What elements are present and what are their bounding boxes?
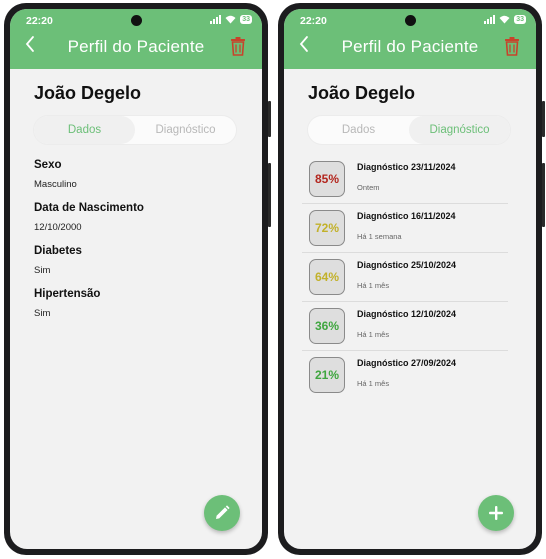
add-diagnostic-button[interactable] xyxy=(478,495,514,531)
status-bar: 22:20 33 xyxy=(10,14,262,28)
risk-score-badge: 21% xyxy=(309,357,345,393)
delete-button[interactable] xyxy=(230,36,250,58)
diagnostic-date-relative: Há 1 mês xyxy=(357,281,390,290)
risk-score-badge: 36% xyxy=(309,308,345,344)
nav-bar: Perfil do Paciente xyxy=(284,33,536,63)
app-bar: 22:20 33 Perfil do Paciente xyxy=(284,9,536,69)
diagnostic-item[interactable]: 85% Diagnóstico 23/11/2024 Ontem xyxy=(302,155,508,204)
pencil-icon xyxy=(216,505,230,519)
status-time: 22:20 xyxy=(26,15,53,27)
patient-fields: Sexo Masculino Data de Nascimento 12/10/… xyxy=(34,151,144,319)
phone-frame-diagnostico: 22:20 33 Perfil do Paciente João Degelo … xyxy=(278,3,545,555)
delete-button[interactable] xyxy=(504,36,524,58)
diagnostic-title: Diagnóstico 25/10/2024 xyxy=(357,260,457,270)
camera-cutout xyxy=(405,15,416,26)
wifi-icon xyxy=(499,15,510,24)
trash-icon xyxy=(231,37,245,56)
diagnostic-date-relative: Ontem xyxy=(357,183,380,192)
risk-score-badge: 85% xyxy=(309,161,345,197)
field-label-data-nascimento: Data de Nascimento xyxy=(34,202,144,214)
patient-name: João Degelo xyxy=(308,83,416,103)
field-label-diabetes: Diabetes xyxy=(34,245,82,257)
diagnostic-date-relative: Há 1 mês xyxy=(357,379,390,388)
field-label-sexo: Sexo xyxy=(34,159,62,171)
volume-button xyxy=(542,101,545,137)
diagnostic-title: Diagnóstico 27/09/2024 xyxy=(357,358,457,368)
nav-bar: Perfil do Paciente xyxy=(10,33,262,63)
risk-score-badge: 64% xyxy=(309,259,345,295)
tab-dados[interactable]: Dados xyxy=(34,116,135,144)
diagnostic-date-relative: Há 1 mês xyxy=(357,330,390,339)
tab-bar: Dados Diagnóstico xyxy=(308,116,510,144)
content-diagnostico: João Degelo Dados Diagnóstico 85% Diagnó… xyxy=(284,69,536,549)
diagnostic-item[interactable]: 72% Diagnóstico 16/11/2024 Há 1 semana xyxy=(302,204,508,253)
signal-icon xyxy=(210,15,222,24)
content-dados: João Degelo Dados Diagnóstico Sexo Mascu… xyxy=(10,69,262,549)
tab-diagnostico[interactable]: Diagnóstico xyxy=(135,116,236,144)
power-button xyxy=(268,163,271,227)
diagnostic-item[interactable]: 21% Diagnóstico 27/09/2024 Há 1 mês xyxy=(302,351,508,400)
phone-frame-dados: 22:20 33 Perfil do Paciente João Degelo … xyxy=(4,3,271,555)
trash-icon xyxy=(505,37,519,56)
field-label-hipertensao: Hipertensão xyxy=(34,288,101,300)
app-bar: 22:20 33 Perfil do Paciente xyxy=(10,9,262,69)
tab-diagnostico[interactable]: Diagnóstico xyxy=(409,116,510,144)
wifi-icon xyxy=(225,15,236,24)
screen-dados: 22:20 33 Perfil do Paciente João Degelo … xyxy=(10,9,262,549)
status-time: 22:20 xyxy=(300,15,327,27)
battery-icon: 33 xyxy=(240,15,252,24)
status-bar: 22:20 33 xyxy=(284,14,536,28)
field-value-data-nascimento: 12/10/2000 xyxy=(34,222,82,233)
page-title: Perfil do Paciente xyxy=(341,37,479,56)
diagnostic-list: 85% Diagnóstico 23/11/2024 Ontem 72% Dia… xyxy=(302,155,508,400)
diagnostic-item[interactable]: 64% Diagnóstico 25/10/2024 Há 1 mês xyxy=(302,253,508,302)
tab-dados[interactable]: Dados xyxy=(308,116,409,144)
volume-button xyxy=(268,101,271,137)
plus-icon xyxy=(489,506,503,520)
diagnostic-date-relative: Há 1 semana xyxy=(357,232,402,241)
diagnostic-title: Diagnóstico 23/11/2024 xyxy=(357,162,456,172)
status-icons: 33 xyxy=(210,15,252,24)
patient-name: João Degelo xyxy=(34,83,142,103)
camera-cutout xyxy=(131,15,142,26)
diagnostic-title: Diagnóstico 16/11/2024 xyxy=(357,211,456,221)
risk-score-badge: 72% xyxy=(309,210,345,246)
signal-icon xyxy=(484,15,496,24)
field-value-sexo: Masculino xyxy=(34,179,77,190)
diagnostic-item[interactable]: 36% Diagnóstico 12/10/2024 Há 1 mês xyxy=(302,302,508,351)
page-title: Perfil do Paciente xyxy=(67,37,205,56)
battery-icon: 33 xyxy=(514,15,526,24)
screen-diagnostico: 22:20 33 Perfil do Paciente João Degelo … xyxy=(284,9,536,549)
field-value-diabetes: Sim xyxy=(34,265,51,276)
tab-bar: Dados Diagnóstico xyxy=(34,116,236,144)
status-icons: 33 xyxy=(484,15,526,24)
edit-button[interactable] xyxy=(204,495,240,531)
field-value-hipertensao: Sim xyxy=(34,308,51,319)
power-button xyxy=(542,163,545,227)
diagnostic-title: Diagnóstico 12/10/2024 xyxy=(357,309,457,319)
